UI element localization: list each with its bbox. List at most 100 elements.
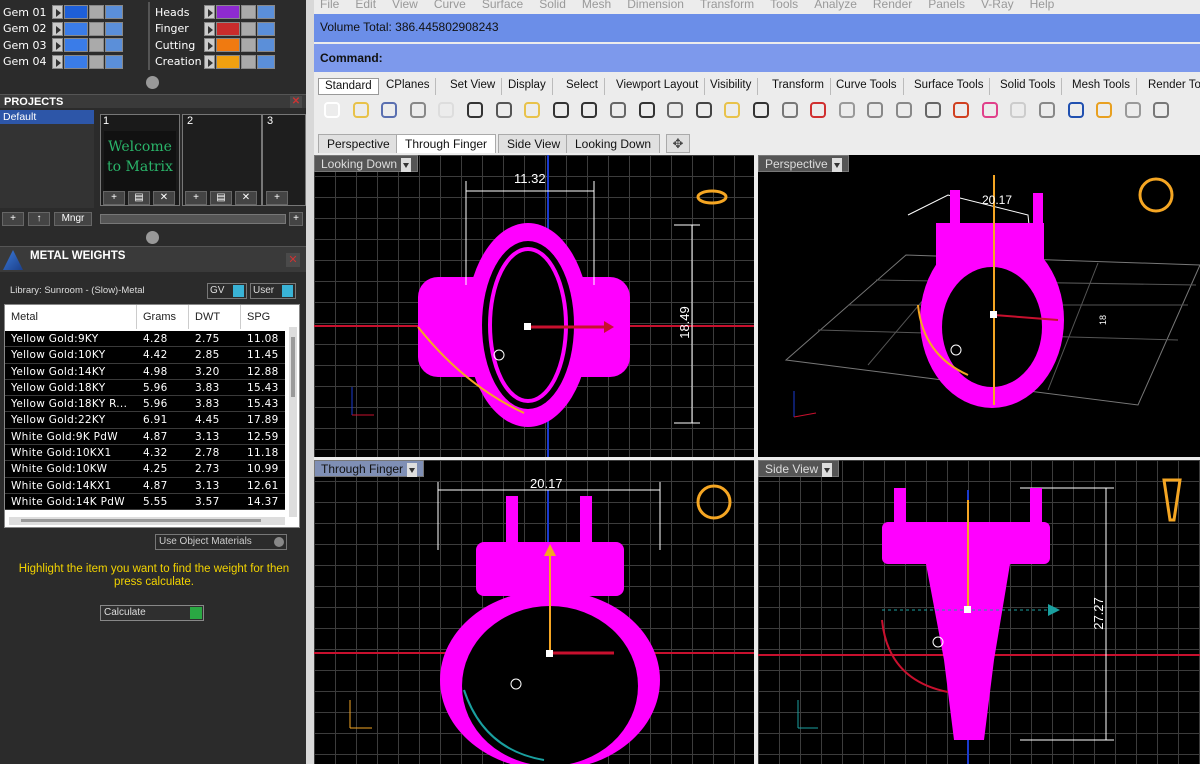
menu-tools[interactable]: Tools bbox=[770, 0, 798, 13]
layer-row-layers_left0[interactable]: Gem 01 bbox=[0, 4, 124, 20]
layer-row-layers_right3[interactable]: Creation bbox=[152, 54, 276, 70]
toolbar-tab-viewport-layout[interactable]: Viewport Layout bbox=[610, 78, 706, 95]
zoom-icon[interactable] bbox=[637, 100, 657, 120]
box-icon[interactable] bbox=[951, 100, 971, 120]
lock-icon[interactable] bbox=[89, 5, 104, 19]
layer-row-layers_left1[interactable]: Gem 02 bbox=[0, 21, 124, 37]
viewport-menu-icon[interactable] bbox=[831, 157, 842, 172]
visibility-icon[interactable] bbox=[257, 38, 275, 52]
toolbar-tab-visibility[interactable]: Visibility bbox=[704, 78, 759, 95]
viewport-perspective[interactable]: Perspective 20.17 18 bbox=[758, 155, 1200, 457]
gv-toggle[interactable]: GV bbox=[207, 283, 247, 299]
play-icon[interactable] bbox=[204, 21, 215, 36]
toolbar-tab-display[interactable]: Display bbox=[502, 78, 553, 95]
play-icon[interactable] bbox=[52, 5, 63, 19]
layer-color-swatch[interactable] bbox=[216, 54, 240, 69]
table-row[interactable]: White Gold:10KX1 4.32 2.78 11.18 bbox=[5, 445, 285, 462]
layer-row-layers_left2[interactable]: Gem 03 bbox=[0, 37, 124, 53]
table-row[interactable]: Yellow Gold:18KY R... 5.96 3.83 15.43 bbox=[5, 396, 285, 413]
slot1-delete-button[interactable]: ✕ bbox=[153, 191, 175, 205]
projects-scrollbar[interactable] bbox=[100, 214, 286, 224]
menu-panels[interactable]: Panels bbox=[928, 0, 965, 13]
horizontal-scrollbar[interactable] bbox=[9, 517, 285, 525]
scroll-right-button[interactable]: + bbox=[289, 212, 303, 226]
calculate-button[interactable]: Calculate bbox=[100, 605, 204, 621]
slot1-save-button[interactable]: ▤ bbox=[128, 191, 150, 205]
table-row[interactable]: Yellow Gold:10KY 4.42 2.85 11.45 bbox=[5, 347, 285, 364]
viewport-looking-down[interactable]: Looking Down 11.32 18.49 bbox=[314, 155, 754, 457]
viewport-menu-icon[interactable] bbox=[822, 462, 833, 477]
viewport-menu-icon[interactable] bbox=[407, 462, 418, 477]
column-dwt[interactable]: DWT bbox=[189, 305, 241, 329]
project-item-default[interactable]: Default bbox=[0, 110, 94, 124]
import-icon[interactable] bbox=[436, 100, 456, 120]
toolbar-tab-render-to[interactable]: Render To bbox=[1142, 78, 1200, 95]
visibility-icon[interactable] bbox=[105, 5, 123, 19]
layer-row-layers_right1[interactable]: Finger bbox=[152, 21, 276, 37]
menu-help[interactable]: Help bbox=[1030, 0, 1055, 13]
table-row[interactable]: Yellow Gold:9KY 4.28 2.75 11.08 bbox=[5, 331, 285, 348]
menu-surface[interactable]: Surface bbox=[482, 0, 523, 13]
collapse-projects-button[interactable] bbox=[146, 231, 159, 244]
viewport-label-through-finger[interactable]: Through Finger bbox=[314, 460, 425, 477]
panel-splitter[interactable] bbox=[306, 0, 314, 764]
lock-icon[interactable] bbox=[241, 38, 256, 52]
menu-file[interactable]: File bbox=[320, 0, 339, 13]
lock-icon[interactable] bbox=[89, 54, 104, 69]
lock-icon[interactable] bbox=[89, 21, 104, 36]
toolbar-tab-surface-tools[interactable]: Surface Tools bbox=[908, 78, 991, 95]
zoom-selected-icon[interactable] bbox=[722, 100, 742, 120]
toolbar-tab-select[interactable]: Select bbox=[560, 78, 605, 95]
menu-transform[interactable]: Transform bbox=[700, 0, 754, 13]
play-icon[interactable] bbox=[52, 38, 63, 52]
view-tab-side-view[interactable]: Side View bbox=[498, 134, 570, 153]
command-line[interactable]: Command: bbox=[314, 44, 1200, 72]
tools-icon[interactable] bbox=[1151, 100, 1171, 120]
move-up-button[interactable]: ↑ bbox=[28, 212, 50, 226]
menu-analyze[interactable]: Analyze bbox=[814, 0, 857, 13]
layer-color-swatch[interactable] bbox=[64, 21, 88, 36]
sphere-wire-icon[interactable] bbox=[1037, 100, 1057, 120]
print-icon[interactable] bbox=[408, 100, 428, 120]
layer-color-swatch[interactable] bbox=[64, 54, 88, 69]
table-row[interactable]: White Gold:14KX1 4.87 3.13 12.61 bbox=[5, 478, 285, 494]
lock-icon[interactable] bbox=[923, 100, 943, 120]
add-project-button[interactable]: + bbox=[2, 212, 24, 226]
slot2-save-button[interactable]: ▤ bbox=[210, 191, 232, 205]
collapse-layers-button[interactable] bbox=[146, 76, 159, 89]
camera-icon[interactable] bbox=[837, 100, 857, 120]
table-row[interactable]: Yellow Gold:18KY 5.96 3.83 15.43 bbox=[5, 380, 285, 397]
save-icon[interactable] bbox=[379, 100, 399, 120]
play-icon[interactable] bbox=[204, 5, 215, 19]
table-row[interactable]: White Gold:10KW 4.25 2.73 10.99 bbox=[5, 461, 285, 478]
lock-icon[interactable] bbox=[241, 21, 256, 36]
visibility-icon[interactable] bbox=[105, 21, 123, 36]
toolbar-tab-curve-tools[interactable]: Curve Tools bbox=[830, 78, 904, 95]
four-view-icon[interactable] bbox=[780, 100, 800, 120]
pan-hand-icon[interactable] bbox=[579, 100, 599, 120]
view-tab-looking-down[interactable]: Looking Down bbox=[566, 134, 661, 153]
toolbar-tab-solid-tools[interactable]: Solid Tools bbox=[994, 78, 1063, 95]
cut-icon[interactable] bbox=[465, 100, 485, 120]
close-metal-weights-button[interactable]: ✕ bbox=[286, 253, 300, 267]
slot3-add-button[interactable]: + bbox=[266, 191, 288, 205]
slot1-add-button[interactable]: + bbox=[103, 191, 125, 205]
slot2-add-button[interactable]: + bbox=[185, 191, 207, 205]
zoom-window-icon[interactable] bbox=[665, 100, 685, 120]
gear-icon[interactable] bbox=[1123, 100, 1143, 120]
lock-icon[interactable] bbox=[89, 38, 104, 52]
table-row[interactable]: Yellow Gold:14KY 4.98 3.20 12.88 bbox=[5, 364, 285, 380]
menu-mesh[interactable]: Mesh bbox=[582, 0, 611, 13]
viewport-side-view[interactable]: Side View 27.27 bbox=[758, 460, 1200, 764]
car-icon[interactable] bbox=[808, 100, 828, 120]
copy-icon[interactable] bbox=[494, 100, 514, 120]
paste-icon[interactable] bbox=[522, 100, 542, 120]
toolbar-tab-standard[interactable]: Standard bbox=[318, 78, 379, 95]
lock-icon[interactable] bbox=[241, 54, 256, 69]
slot2-delete-button[interactable]: ✕ bbox=[235, 191, 257, 205]
layer-row-layers_right0[interactable]: Heads bbox=[152, 4, 276, 20]
display-icon[interactable] bbox=[894, 100, 914, 120]
viewport-menu-icon[interactable] bbox=[401, 157, 412, 172]
viewport-label-perspective[interactable]: Perspective bbox=[758, 155, 849, 172]
layer-row-layers_left3[interactable]: Gem 04 bbox=[0, 54, 124, 70]
